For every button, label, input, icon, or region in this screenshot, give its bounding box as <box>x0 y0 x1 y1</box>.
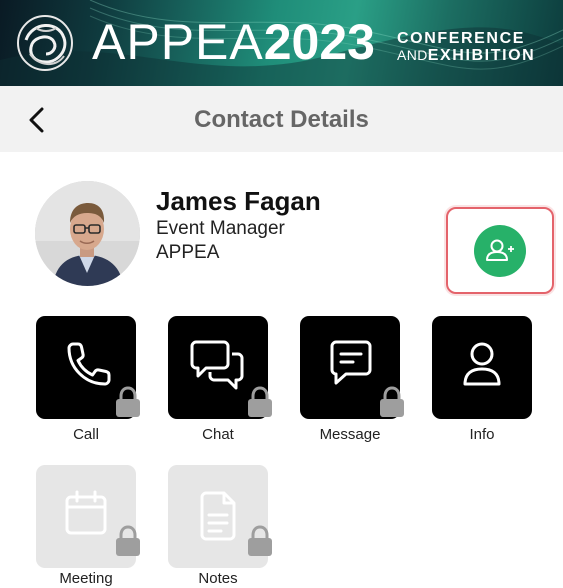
notes-button[interactable] <box>168 465 272 568</box>
appea-logo-icon <box>17 15 73 71</box>
avatar <box>35 181 140 286</box>
contact-role: Event Manager <box>156 218 285 239</box>
banner-and: AND <box>397 47 428 63</box>
notes-label: Notes <box>198 570 238 587</box>
chat-label: Chat <box>202 426 234 443</box>
info-label: Info <box>469 426 495 443</box>
banner-subtitle: CONFERENCE ANDEXHIBITION <box>397 31 547 64</box>
contact-photo <box>35 181 140 286</box>
lock-icon <box>380 386 404 417</box>
contact-name: James Fagan <box>156 186 321 216</box>
meeting-button[interactable] <box>36 465 140 568</box>
info-button[interactable] <box>432 316 532 419</box>
lock-icon <box>116 386 140 417</box>
message-label: Message <box>319 426 381 443</box>
page-title: Contact Details <box>194 106 369 133</box>
lock-icon <box>116 525 140 556</box>
call-button[interactable] <box>36 316 140 419</box>
message-button[interactable] <box>300 316 404 419</box>
lock-icon <box>248 386 272 417</box>
header-bar: Contact Details <box>0 86 563 152</box>
banner-year: 2023 <box>263 14 375 70</box>
add-user-icon <box>486 239 514 261</box>
banner-exhibition: EXHIBITION <box>427 47 536 64</box>
event-banner: APPEA2023 CONFERENCE ANDEXHIBITION <box>0 0 563 86</box>
chat-button[interactable] <box>168 316 272 419</box>
banner-conference: CONFERENCE <box>397 30 526 47</box>
add-contact-button[interactable] <box>474 225 526 277</box>
meeting-label: Meeting <box>59 570 113 587</box>
banner-title: APPEA2023 <box>92 14 375 70</box>
contact-organization: APPEA <box>156 242 220 263</box>
call-label: Call <box>73 426 99 443</box>
banner-word: APPEA <box>92 14 264 70</box>
person-icon <box>463 342 501 386</box>
lock-icon <box>248 525 272 556</box>
